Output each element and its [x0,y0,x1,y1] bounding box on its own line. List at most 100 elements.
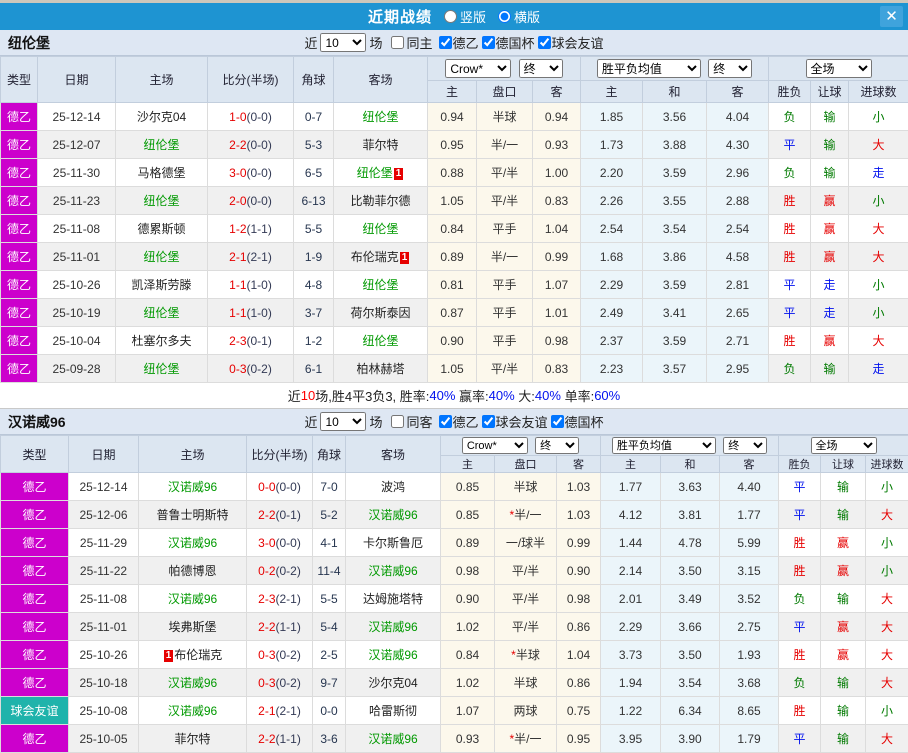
league-filter[interactable]: 德国杯 [479,33,535,52]
handicap-star: * [509,732,515,746]
match-date-cell: 25-10-18 [68,668,139,697]
mean-type-select[interactable]: 胜平负均值 [611,437,716,454]
team-link: 杜塞尔多夫 [131,334,192,348]
mean-group-header: 胜平负均值 终 [579,56,770,81]
handicap-cell: 半球 [494,472,557,501]
match-type-cell: 德乙 [0,298,38,327]
odds-group-header: Crow* 终 [440,435,601,456]
match-date-cell: 25-11-29 [68,528,139,557]
team-link: 纽伦堡 [362,222,399,236]
mean-draw-cell: 3.56 [642,102,707,131]
handicap-cell: 半/一 [476,242,533,271]
league-filter[interactable]: 球会友谊 [479,412,548,431]
match-type-cell: 德乙 [0,584,69,613]
sub-header-handicap: 盘口 [494,455,557,473]
result-handicap-cell: 赢 [820,528,867,557]
team-link: 帕德博恩 [168,564,217,578]
match-row: 德乙 25-12-06 普鲁士明斯特 2-2(0-1) 5-2 汉诺威96 0.85 *半/一… [0,500,908,529]
odds-away-cell: 1.07 [532,270,581,299]
layout-option-vertical[interactable]: 竖版 [443,7,486,26]
league-label: 德乙 [452,415,479,430]
match-date-cell: 25-12-14 [37,102,116,131]
league-filter[interactable]: 德乙 [436,33,479,52]
bookmaker-select[interactable]: Crow* [445,59,512,78]
team-link: 马格德堡 [137,166,186,180]
result-goals-cell: 小 [848,186,908,215]
odds-stage-select[interactable]: 终 [535,437,580,454]
match-type-cell: 球会友谊 [0,696,69,725]
bookmaker-select[interactable]: Crow* [461,437,528,454]
sub-header-handicap: 盘口 [476,80,533,103]
mean-stage-select[interactable]: 终 [723,437,768,454]
sub-header-handicap-result: 让球 [810,80,850,103]
match-date-cell: 25-10-05 [68,724,139,753]
team-link: 汉诺威96 [368,648,418,662]
sub-header-mean-away: 客 [718,455,780,473]
summary-segment: 40% [534,388,561,403]
scope-select[interactable]: 全场 [810,437,877,454]
horizontal-layout-radio[interactable] [498,10,511,23]
league-checkbox[interactable] [537,36,551,49]
league-filter[interactable]: 球会友谊 [535,33,604,52]
same-venue-filter[interactable]: 同客 [385,412,433,431]
team-link: 汉诺威96 [368,508,418,522]
league-checkbox[interactable] [481,415,495,428]
match-date-cell: 25-09-28 [37,354,116,383]
mean-home-cell: 3.73 [600,640,661,669]
close-button[interactable]: ✕ [880,6,903,27]
result-handicap-cell: 赢 [810,242,850,271]
home-team-cell: 纽伦堡 [115,130,208,159]
team-name: 纽伦堡 [8,34,50,51]
match-count-select[interactable]: 10 [320,412,367,431]
result-outcome-cell: 胜 [768,326,812,355]
match-date-cell: 25-12-07 [37,130,116,159]
home-team-cell: 纽伦堡 [115,298,208,327]
mean-home-cell: 2.26 [580,186,643,215]
match-date-cell: 25-10-26 [68,640,139,669]
mean-home-cell: 4.12 [600,500,661,529]
team-link: 沙尔克04 [368,676,418,690]
odds-home-cell: 0.85 [440,472,495,501]
sub-header-mean-home: 主 [580,80,643,103]
league-checkbox[interactable] [550,415,564,428]
scope-select[interactable]: 全场 [805,59,872,78]
result-handicap-cell: 输 [820,668,867,697]
same-venue-checkbox[interactable] [391,36,405,49]
summary-segment: 场,胜4平3负3, 胜率: [315,389,430,404]
same-venue-filter[interactable]: 同主 [385,33,433,52]
layout-option-horizontal[interactable]: 横版 [498,7,540,26]
corner-cell: 0-0 [312,696,346,725]
league-checkbox[interactable] [438,415,452,428]
result-handicap-cell: 输 [810,158,850,187]
mean-type-select[interactable]: 胜平负均值 [596,59,701,78]
result-outcome-cell: 负 [778,584,822,613]
mean-away-cell: 1.79 [718,724,780,753]
same-venue-checkbox[interactable] [391,415,405,428]
mean-away-cell: 2.65 [705,298,770,327]
match-count-select[interactable]: 10 [320,33,367,52]
sub-header-outcome: 胜负 [768,80,812,103]
mean-home-cell: 2.14 [600,556,661,585]
handicap-star: * [511,648,516,662]
corner-cell: 0-7 [293,102,334,131]
mean-stage-select[interactable]: 终 [708,59,753,78]
vertical-layout-radio[interactable] [443,10,457,23]
league-checkbox[interactable] [481,36,495,49]
odds-away-cell: 1.00 [532,158,581,187]
match-date-cell: 25-10-08 [68,696,139,725]
league-checkbox[interactable] [438,36,452,49]
odds-away-cell: 1.03 [556,472,601,501]
league-filter[interactable]: 德乙 [436,412,479,431]
odds-home-cell: 0.85 [440,500,495,529]
result-goals-cell: 小 [848,102,908,131]
league-filter[interactable]: 德国杯 [548,412,604,431]
odds-stage-select[interactable]: 终 [518,59,563,78]
sub-header-mean-away: 客 [705,80,770,103]
match-type-cell: 德乙 [0,500,69,529]
match-filters: 近 10 场 同主 德乙 德国杯 球会友谊 [304,33,604,52]
mean-draw-cell: 3.90 [660,724,720,753]
home-team-cell: 杜塞尔多夫 [115,326,208,355]
handicap-cell: 平/半 [476,186,533,215]
sub-header-odds-away: 客 [556,455,601,473]
result-outcome-cell: 平 [768,270,812,299]
